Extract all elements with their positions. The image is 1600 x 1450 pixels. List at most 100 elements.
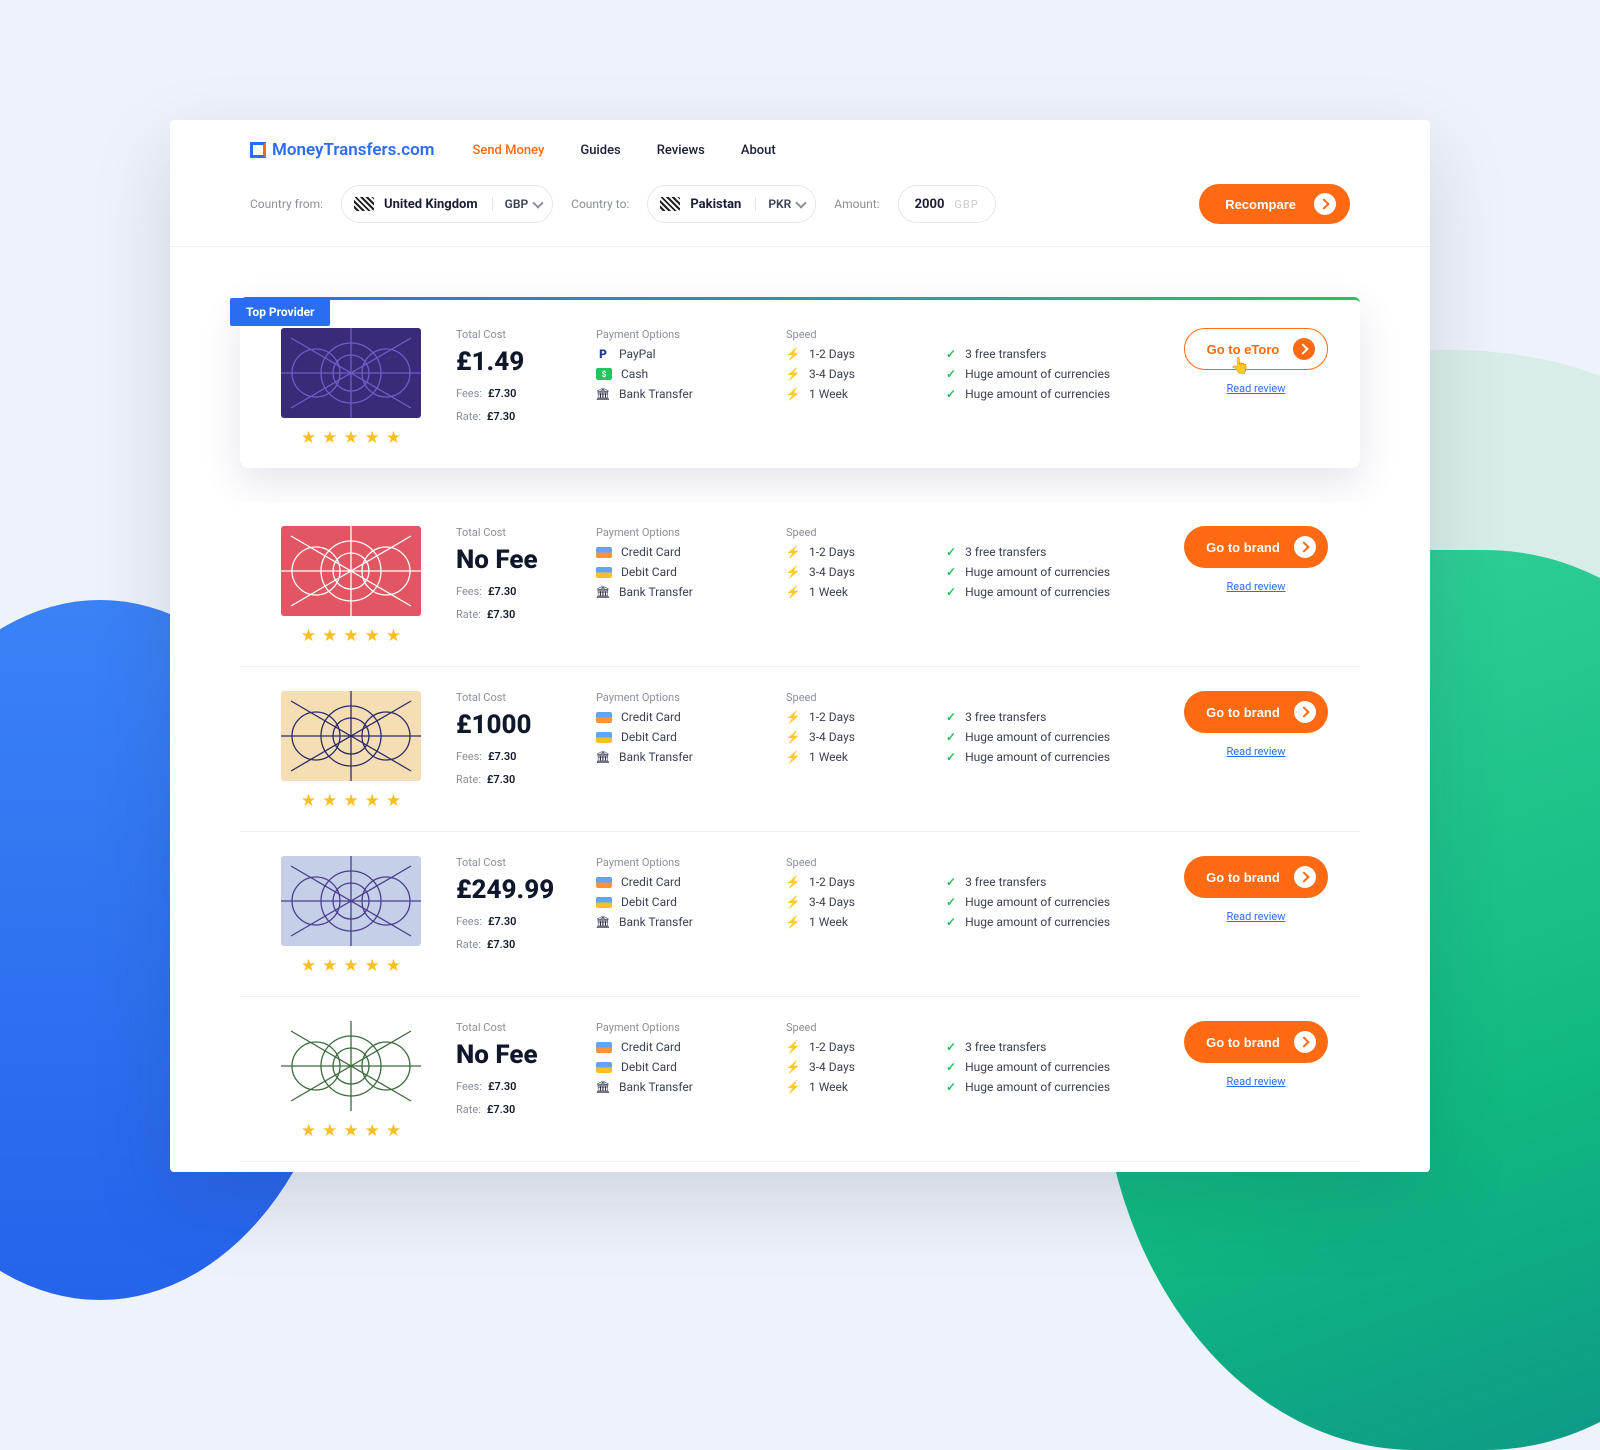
check-icon: ✓ [946, 710, 956, 724]
speed-row: ⚡1-2 Days [786, 875, 926, 889]
payment-option: Debit Card [596, 565, 766, 579]
provider-thumb-col: ★★★★★ [266, 526, 436, 646]
star-icon: ★ [322, 626, 337, 646]
benefit-row: ✓3 free transfers [946, 347, 1146, 361]
from-currency-select[interactable]: GBP [492, 197, 553, 211]
from-country-select[interactable]: United Kingdom GBP [341, 185, 553, 223]
speed-label: Speed [786, 1021, 926, 1034]
speed-row: ⚡3-4 Days [786, 730, 926, 744]
benefit-row: ✓3 free transfers [946, 545, 1146, 559]
check-icon: ✓ [946, 1080, 956, 1094]
bolt-icon: ⚡ [786, 586, 800, 598]
amount-label: Amount: [834, 197, 879, 211]
star-icon: ★ [301, 1121, 316, 1141]
provider-thumb-col: ★★★★★ [266, 691, 436, 811]
star-icon: ★ [386, 956, 401, 976]
provider-card: Top Provider ★★★★★ Total Cost £1.49 Fees… [240, 297, 1360, 468]
check-icon: ✓ [946, 875, 956, 889]
speed-row: ⚡1-2 Days [786, 347, 926, 361]
speed-row: ⚡3-4 Days [786, 895, 926, 909]
star-icon: ★ [365, 626, 380, 646]
benefit-row: ✓Huge amount of currencies [946, 585, 1146, 599]
read-review-link[interactable]: Read review [1226, 745, 1285, 758]
arrow-right-icon [1294, 701, 1316, 723]
rate-row: Rate:£7.30 [456, 608, 576, 621]
read-review-link[interactable]: Read review [1226, 1075, 1285, 1088]
total-cost-value: No Fee [456, 545, 576, 575]
star-icon: ★ [386, 791, 401, 811]
benefits-col: ✓3 free transfers✓Huge amount of currenc… [946, 328, 1146, 448]
star-icon: ★ [343, 791, 358, 811]
go-to-provider-button[interactable]: Go to brand [1184, 691, 1328, 733]
go-to-provider-button[interactable]: Go to brand [1184, 526, 1328, 568]
read-review-link[interactable]: Read review [1226, 580, 1285, 593]
total-cost-col: Total Cost £1.49 Fees:£7.30 Rate:£7.30 [456, 328, 576, 448]
benefit-row: ✓Huge amount of currencies [946, 1080, 1146, 1094]
benefit-row: ✓3 free transfers [946, 1040, 1146, 1054]
bank-icon: 🏛 [596, 388, 610, 400]
amount-input[interactable]: 2000 GBP [898, 185, 996, 223]
payment-option: $Cash [596, 367, 766, 381]
payment-options-label: Payment Options [596, 526, 766, 539]
star-icon: ★ [343, 956, 358, 976]
benefit-row: ✓Huge amount of currencies [946, 730, 1146, 744]
cta-col: Go to eToro Read review [1166, 328, 1346, 448]
speed-col: Speed ⚡1-2 Days⚡3-4 Days⚡1 Week [786, 856, 926, 976]
bolt-icon: ⚡ [786, 566, 800, 578]
benefit-row: ✓Huge amount of currencies [946, 565, 1146, 579]
nav-guides[interactable]: Guides [580, 143, 620, 158]
speed-label: Speed [786, 856, 926, 869]
payment-option: 🏛Bank Transfer [596, 585, 766, 599]
payment-option: PPayPal [596, 347, 766, 361]
star-icon: ★ [301, 626, 316, 646]
star-rating: ★★★★★ [301, 1121, 401, 1141]
total-cost-label: Total Cost [456, 691, 576, 704]
nav-about[interactable]: About [741, 143, 776, 158]
logo-text: MoneyTransfers.com [272, 140, 434, 160]
provider-card: ★★★★★ Total Cost £1000 Fees:£7.30 Rate:£… [240, 667, 1360, 832]
logo[interactable]: MoneyTransfers.com [250, 140, 434, 160]
speed-row: ⚡1-2 Days [786, 1040, 926, 1054]
bolt-icon: ⚡ [786, 731, 800, 743]
total-cost-col: Total Cost No Fee Fees:£7.30 Rate:£7.30 [456, 526, 576, 646]
provider-card: ★★★★★ Total Cost No Fee Fees:£7.30 Rate:… [240, 997, 1360, 1162]
star-icon: ★ [301, 791, 316, 811]
bolt-icon: ⚡ [786, 546, 800, 558]
payment-options-col: Payment Options Credit CardDebit Card🏛Ba… [596, 526, 766, 646]
speed-col: Speed ⚡1-2 Days⚡3-4 Days⚡1 Week [786, 691, 926, 811]
app-window: MoneyTransfers.com Send Money Guides Revie… [170, 120, 1430, 1172]
nav-send-money[interactable]: Send Money [472, 143, 544, 158]
check-icon: ✓ [946, 347, 956, 361]
bolt-icon: ⚡ [786, 711, 800, 723]
rate-row: Rate:£7.30 [456, 1103, 576, 1116]
provider-card: ★★★★★ Total Cost No Fee Fees:£7.30 Rate:… [240, 502, 1360, 667]
paypal-icon: P [596, 348, 610, 360]
nav-reviews[interactable]: Reviews [657, 143, 705, 158]
go-to-provider-button[interactable]: Go to brand [1184, 1021, 1328, 1063]
rate-row: Rate:£7.30 [456, 410, 576, 423]
total-cost-col: Total Cost No Fee Fees:£7.30 Rate:£7.30 [456, 1021, 576, 1141]
total-cost-value: £249.99 [456, 875, 576, 905]
speed-label: Speed [786, 691, 926, 704]
check-icon: ✓ [946, 367, 956, 381]
top-provider-badge: Top Provider [230, 298, 330, 326]
star-icon: ★ [365, 428, 380, 448]
cta-col: Go to brand Read review [1166, 691, 1346, 811]
recompare-button[interactable]: Recompare [1199, 184, 1350, 224]
star-icon: ★ [322, 1121, 337, 1141]
read-review-link[interactable]: Read review [1226, 910, 1285, 923]
read-review-link[interactable]: Read review [1226, 382, 1285, 395]
speed-row: ⚡3-4 Days [786, 1060, 926, 1074]
go-to-provider-button[interactable]: Go to brand [1184, 856, 1328, 898]
to-currency-select[interactable]: PKR [755, 197, 815, 211]
benefit-row: ✓Huge amount of currencies [946, 915, 1146, 929]
star-rating: ★★★★★ [301, 791, 401, 811]
fees-row: Fees:£7.30 [456, 750, 576, 763]
go-to-provider-button[interactable]: Go to eToro [1184, 328, 1329, 370]
amount-unit: GBP [954, 198, 978, 211]
to-country-select[interactable]: Pakistan PKR [647, 185, 816, 223]
provider-thumb-col: ★★★★★ [266, 328, 436, 448]
payment-option: 🏛Bank Transfer [596, 915, 766, 929]
benefits-col: ✓3 free transfers ✓Huge amount of currenc… [946, 1021, 1146, 1141]
from-country: United Kingdom [374, 197, 492, 212]
